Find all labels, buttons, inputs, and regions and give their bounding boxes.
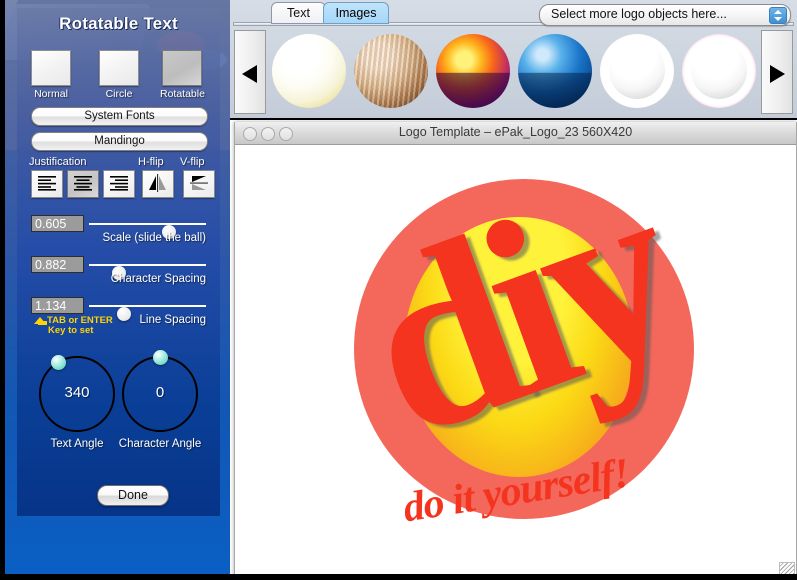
text-angle-label: Text Angle — [50, 438, 104, 450]
keyboard-hint: TAB or ENTER Key to set — [34, 316, 113, 336]
thumbnail-pale-yellow-sphere[interactable] — [272, 34, 346, 108]
justification-row: Justification H-flip V-flip — [17, 156, 220, 198]
align-right-icon — [110, 176, 128, 191]
vertical-flip-icon — [190, 176, 208, 190]
line-spacing-value-field[interactable]: 1.134 — [31, 297, 84, 314]
scale-slider-label: Scale (slide the ball) — [102, 232, 206, 244]
logo-artwork[interactable]: diy do it yourself! — [326, 145, 706, 557]
rotatable-text-panel-column: Rotatable Text Normal Circle Rotatable S… — [5, 0, 230, 580]
rotatable-text-panel: Rotatable Text Normal Circle Rotatable S… — [17, 8, 220, 516]
done-button[interactable]: Done — [97, 485, 169, 506]
character-angle-ring[interactable]: 0 — [122, 350, 198, 432]
vflip-label: V-flip — [180, 156, 205, 168]
line-spacing-slider-label: Line Spacing — [139, 314, 207, 326]
align-left-button[interactable] — [31, 170, 63, 198]
prev-objects-button[interactable] — [234, 30, 266, 114]
text-angle-value: 340 — [64, 384, 90, 401]
logo-template-window: Logo Template – ePak_Logo_23 560X420 diy… — [234, 122, 797, 580]
line-spacing-slider-thumb[interactable] — [117, 307, 132, 321]
thumbnail-fire-sunset-sphere[interactable] — [436, 34, 510, 108]
thumbnail-wood-grain-sphere[interactable] — [354, 34, 428, 108]
justification-label: Justification — [29, 156, 87, 168]
character-spacing-slider-label: Character Spacing — [110, 273, 206, 285]
character-angle-value: 0 — [155, 384, 165, 401]
mode-circle-swatch[interactable] — [99, 50, 139, 86]
align-left-icon — [38, 176, 56, 191]
mode-circle-label: Circle — [105, 88, 133, 100]
chevron-up-icon — [774, 10, 782, 14]
thumbnail-pink-ring-sphere[interactable] — [682, 34, 756, 108]
left-arrow-icon — [242, 65, 257, 83]
right-arrow-icon — [770, 65, 785, 83]
hflip-label: H-flip — [138, 156, 164, 168]
font-name-button[interactable]: Mandingo — [31, 132, 208, 151]
system-fonts-button[interactable]: System Fonts — [31, 107, 208, 126]
character-angle-knob[interactable] — [153, 350, 168, 365]
mode-normal-swatch[interactable] — [31, 50, 71, 86]
align-center-button[interactable] — [67, 170, 99, 198]
character-spacing-value-field[interactable]: 0.882 — [31, 256, 84, 273]
tab-text[interactable]: Text — [271, 2, 326, 24]
mode-normal[interactable]: Normal — [29, 50, 73, 100]
thumbnail-blue-sphere[interactable] — [518, 34, 592, 108]
align-right-button[interactable] — [103, 170, 135, 198]
logo-objects-select-stepper[interactable] — [769, 7, 787, 24]
mode-circle[interactable]: Circle — [97, 50, 141, 100]
mode-rotatable[interactable]: Rotatable — [160, 50, 205, 100]
horizontal-flip-icon — [149, 174, 166, 192]
mode-rotatable-swatch[interactable] — [162, 50, 202, 86]
next-objects-button[interactable] — [761, 30, 793, 114]
page-title: Rotatable Text — [59, 14, 178, 33]
bottom-border — [0, 574, 797, 580]
text-angle-ring[interactable]: 340 — [39, 355, 115, 432]
thumbnail-gold-ring-sphere[interactable] — [600, 34, 674, 108]
logo-canvas[interactable]: diy do it yourself! — [235, 145, 796, 579]
mode-rotatable-label: Rotatable — [160, 88, 205, 100]
character-spacing-slider-row: 0.882 Character Spacing — [17, 256, 220, 290]
text-angle-knob[interactable] — [51, 355, 66, 370]
character-angle-label: Character Angle — [118, 438, 202, 450]
logo-window-titlebar[interactable]: Logo Template – ePak_Logo_23 560X420 — [235, 122, 796, 145]
align-center-icon — [74, 176, 92, 191]
scale-value-field[interactable]: 0.605 — [31, 215, 84, 232]
thumbnail-strip — [230, 28, 797, 118]
home-icon-base — [38, 321, 47, 325]
vflip-button[interactable] — [183, 170, 215, 198]
logo-objects-select-value: Select more logo objects here... — [551, 7, 727, 21]
logo-objects-select[interactable]: Select more logo objects here... — [539, 4, 791, 26]
scale-slider-row: 0.605 Scale (slide the ball) — [17, 215, 220, 249]
hflip-button[interactable] — [142, 170, 174, 198]
objects-toolbar: Text Images Select more logo objects her… — [230, 0, 797, 120]
character-angle-dial[interactable]: 0 Character Angle — [118, 350, 202, 450]
text-mode-row: Normal Circle Rotatable — [17, 50, 220, 100]
text-angle-dial[interactable]: 340 Text Angle — [35, 355, 119, 450]
line-spacing-slider-track[interactable] — [89, 305, 206, 321]
scale-slider-track[interactable] — [89, 223, 206, 239]
tab-images[interactable]: Images — [323, 2, 389, 24]
chevron-down-icon — [774, 17, 782, 21]
logo-window-title: Logo Template – ePak_Logo_23 560X420 — [398, 125, 633, 139]
keyboard-hint-line2: Key to set — [48, 325, 94, 336]
app-window: Rotatable Text Normal Circle Rotatable S… — [0, 0, 797, 580]
mode-normal-label: Normal — [34, 88, 68, 100]
character-spacing-slider-track[interactable] — [89, 264, 206, 280]
